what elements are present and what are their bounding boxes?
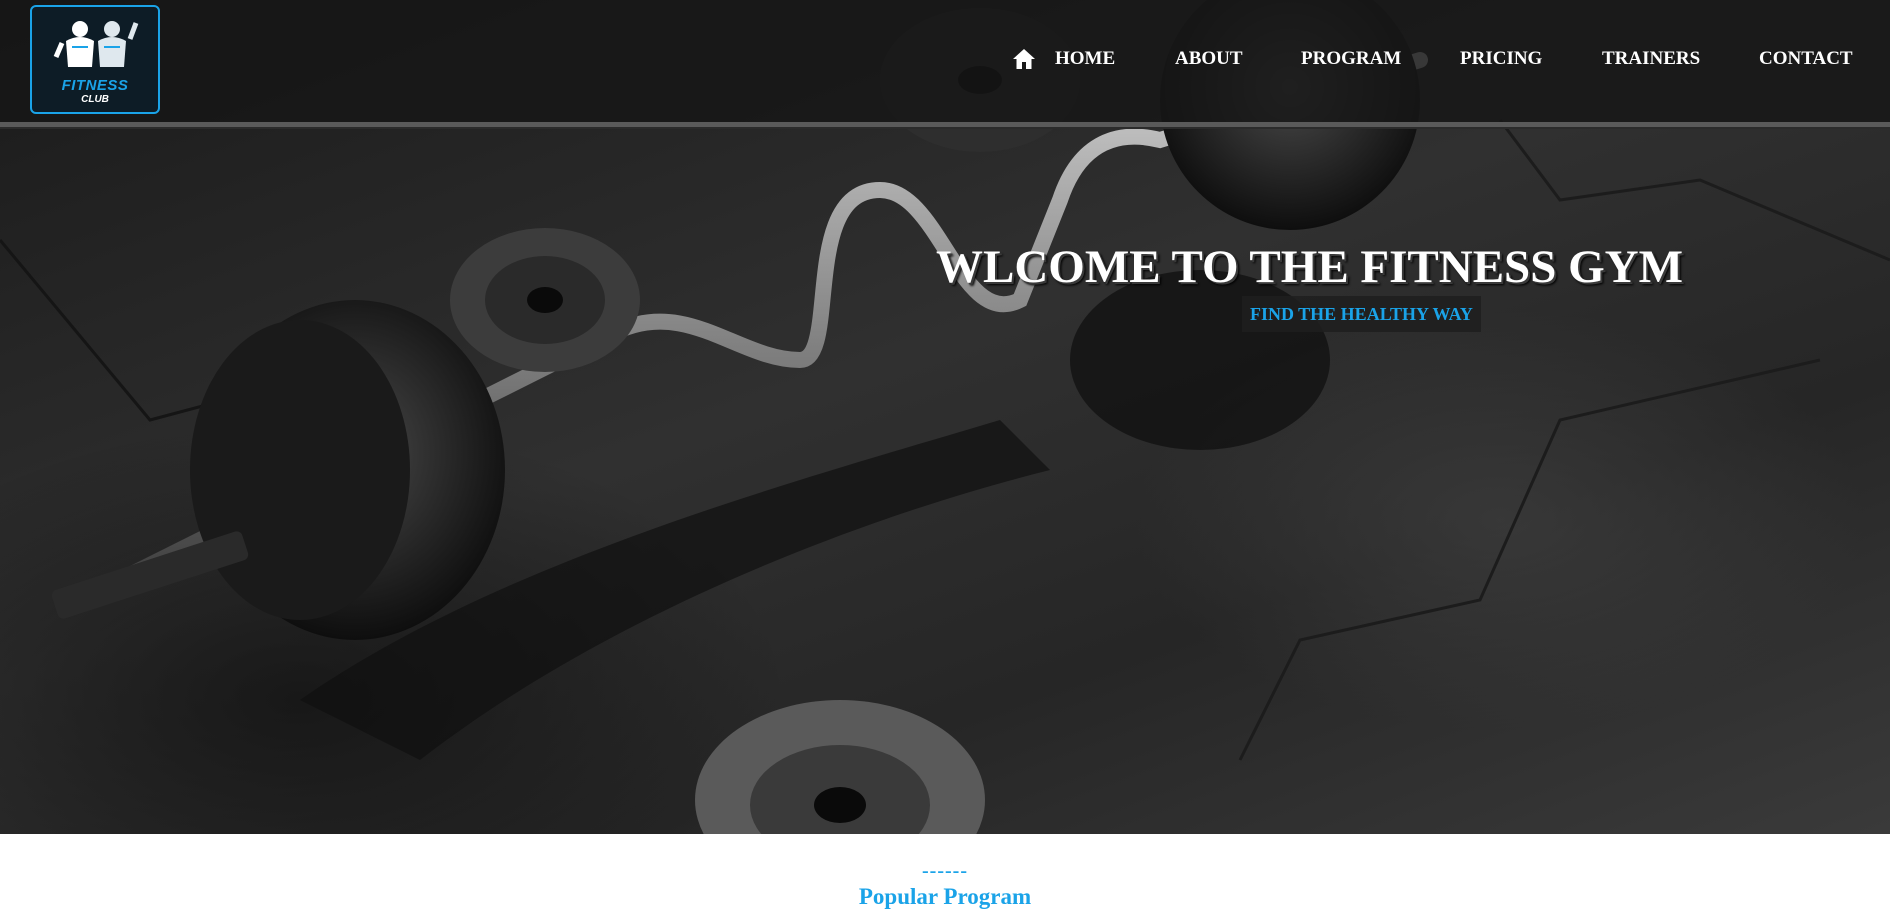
hero-title: WLCOME TO THE FITNESS GYM xyxy=(936,241,1683,293)
section-title: Popular Program xyxy=(858,884,1032,909)
logo-title: FITNESS xyxy=(61,77,129,94)
section-divider: ------ xyxy=(922,860,968,882)
athletes-icon xyxy=(53,21,139,67)
nav-about[interactable]: ABOUT xyxy=(1175,48,1243,70)
fitness-club-logo[interactable]: FITNESS CLUB xyxy=(30,5,160,114)
logo-subtitle: CLUB xyxy=(81,94,109,105)
hero-subtitle: FIND THE HEALTHY WAY xyxy=(1242,296,1481,332)
nav-pricing[interactable]: PRICING xyxy=(1460,48,1542,70)
nav-trainers[interactable]: TRAINERS xyxy=(1602,48,1700,70)
top-navbar: FITNESS CLUB HOME ABOUT PROGRAM PRICING … xyxy=(0,0,1890,127)
nav-home[interactable]: HOME xyxy=(1055,48,1115,70)
nav-contact[interactable]: CONTACT xyxy=(1759,48,1853,70)
hero-banner: FITNESS CLUB HOME ABOUT PROGRAM PRICING … xyxy=(0,0,1890,834)
home-icon[interactable] xyxy=(1012,48,1036,70)
nav-program[interactable]: PROGRAM xyxy=(1301,48,1401,70)
